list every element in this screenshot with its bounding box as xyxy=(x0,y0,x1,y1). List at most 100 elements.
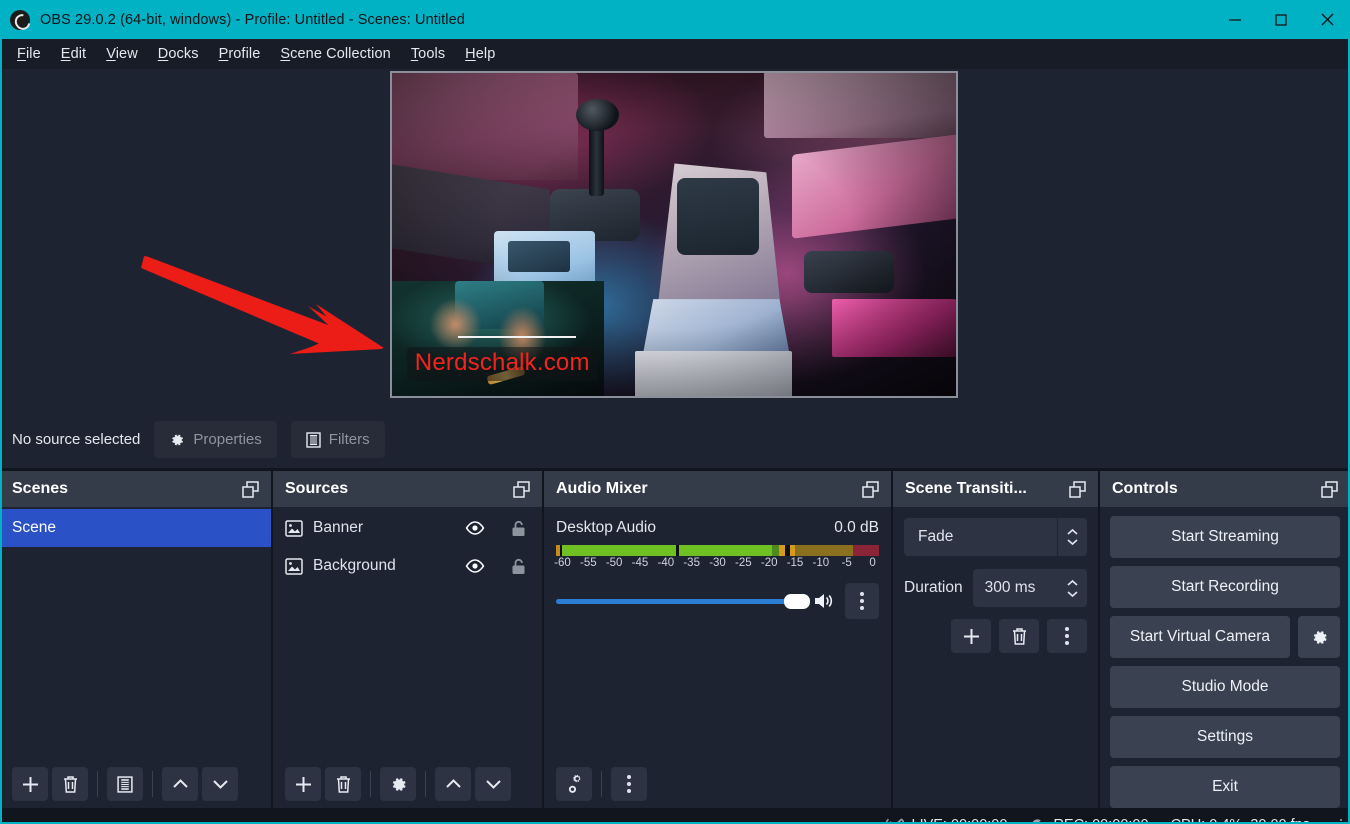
banner-source-overlay[interactable]: Nerdschalk.com xyxy=(392,281,604,396)
start-recording-button[interactable]: Start Recording xyxy=(1110,566,1340,608)
audio-mixer-toolbar xyxy=(544,760,891,808)
image-icon xyxy=(285,519,303,537)
duration-value: 300 ms xyxy=(984,579,1036,596)
scenes-toolbar xyxy=(0,760,271,808)
controls-dock: Controls Start Streaming Start Recording… xyxy=(1100,471,1350,808)
float-dock-icon[interactable] xyxy=(862,480,879,498)
speaker-icon[interactable] xyxy=(813,591,835,611)
chevron-up-icon xyxy=(172,779,188,788)
source-name: Background xyxy=(313,557,396,574)
scene-list-item[interactable]: Scene xyxy=(0,509,271,547)
remove-source-button[interactable] xyxy=(325,767,361,801)
sources-toolbar xyxy=(273,760,542,808)
move-source-down-button[interactable] xyxy=(475,767,511,801)
menu-item-edit[interactable]: Edit xyxy=(52,42,95,66)
add-scene-button[interactable] xyxy=(12,767,48,801)
studio-mode-button[interactable]: Studio Mode xyxy=(1110,666,1340,708)
maximize-icon[interactable] xyxy=(1258,0,1304,39)
start-streaming-button[interactable]: Start Streaming xyxy=(1110,516,1340,558)
scenes-dock: Scenes Scene xyxy=(0,471,271,808)
scale-tick: -45 xyxy=(631,557,649,569)
chevron-down-icon xyxy=(485,780,501,789)
filters-icon xyxy=(306,431,321,448)
add-transition-button[interactable] xyxy=(951,619,991,653)
move-scene-down-button[interactable] xyxy=(202,767,238,801)
menu-item-tools[interactable]: Tools xyxy=(402,42,454,66)
exit-button[interactable]: Exit xyxy=(1110,766,1340,808)
source-properties-button[interactable] xyxy=(380,767,416,801)
audio-channel-menu-button[interactable] xyxy=(845,583,879,619)
menu-item-docks[interactable]: Docks xyxy=(149,42,208,66)
source-list-item[interactable]: Background xyxy=(273,547,542,585)
obs-logo-icon xyxy=(10,9,30,30)
filters-button[interactable]: Filters xyxy=(290,421,385,458)
scene-transitions-dock: Scene Transiti... Fade Duration 300 ms xyxy=(893,471,1098,808)
minimize-icon[interactable] xyxy=(1212,0,1258,39)
scenes-dock-header: Scenes xyxy=(0,471,271,507)
float-dock-icon[interactable] xyxy=(1069,480,1086,498)
audio-mixer-body: Desktop Audio 0.0 dB -60 -55 -50 -45 -40… xyxy=(544,507,891,760)
lock-unlocked-icon[interactable] xyxy=(511,520,526,537)
scale-tick: -25 xyxy=(735,557,752,569)
controls-dock-header: Controls xyxy=(1100,471,1350,507)
scale-tick: -55 xyxy=(579,557,597,569)
volume-slider[interactable] xyxy=(556,591,811,611)
menu-item-view[interactable]: View xyxy=(97,42,147,66)
menu-item-profile[interactable]: Profile xyxy=(210,42,270,66)
mixer-menu-button[interactable] xyxy=(611,767,647,801)
eye-visible-icon[interactable] xyxy=(465,521,485,535)
transition-select[interactable]: Fade xyxy=(904,518,1087,556)
menu-item-scene-collection[interactable]: Scene Collection xyxy=(271,42,399,66)
sources-dock-header: Sources xyxy=(273,471,542,507)
scenes-list[interactable]: Scene xyxy=(0,507,271,760)
scene-filters-button[interactable] xyxy=(107,767,143,801)
scale-tick: -30 xyxy=(709,557,726,569)
properties-button[interactable]: Properties xyxy=(154,421,277,458)
move-source-up-button[interactable] xyxy=(435,767,471,801)
float-dock-icon[interactable] xyxy=(513,480,530,498)
move-scene-up-button[interactable] xyxy=(162,767,198,801)
menu-bar: File Edit View Docks Profile Scene Colle… xyxy=(0,39,1350,69)
plus-icon xyxy=(963,628,979,644)
annotation-arrow-icon xyxy=(141,256,384,354)
audio-level-meter xyxy=(556,545,879,556)
menu-item-help[interactable]: Help xyxy=(456,42,504,66)
start-virtual-camera-button[interactable]: Start Virtual Camera xyxy=(1110,616,1290,658)
chevron-down-icon xyxy=(212,780,228,789)
window-title: OBS 29.0.2 (64-bit, windows) - Profile: … xyxy=(40,11,465,28)
float-dock-icon[interactable] xyxy=(242,480,259,498)
source-list-item[interactable]: Banner xyxy=(273,509,542,547)
close-icon[interactable] xyxy=(1304,0,1350,39)
preview-area[interactable]: Nerdschalk.com xyxy=(0,69,1350,411)
banner-text: Nerdschalk.com xyxy=(406,346,598,381)
menu-item-file[interactable]: File xyxy=(8,42,50,66)
plus-icon xyxy=(295,776,311,792)
source-name: Banner xyxy=(313,519,363,536)
scale-tick: -35 xyxy=(683,557,700,569)
source-toolbar-strip: No source selected Properties Filters xyxy=(0,411,1350,469)
eye-visible-icon[interactable] xyxy=(465,559,485,573)
remove-scene-button[interactable] xyxy=(52,767,88,801)
scenes-dock-title: Scenes xyxy=(12,480,69,497)
virtual-camera-settings-button[interactable] xyxy=(1298,616,1340,658)
chevron-down-icon[interactable] xyxy=(1066,590,1079,598)
obs-studio-window: OBS 29.0.2 (64-bit, windows) - Profile: … xyxy=(0,0,1350,824)
trash-icon xyxy=(336,775,350,793)
scale-tick: -40 xyxy=(657,557,675,569)
advanced-audio-properties-button[interactable] xyxy=(556,767,592,801)
transition-select-arrows[interactable] xyxy=(1057,518,1087,556)
preview-canvas[interactable]: Nerdschalk.com xyxy=(390,71,958,398)
transition-properties-button[interactable] xyxy=(1047,619,1087,653)
window-controls xyxy=(1212,0,1350,39)
sources-list[interactable]: Banner Background xyxy=(273,507,542,760)
settings-button[interactable]: Settings xyxy=(1110,716,1340,758)
volume-slider-handle[interactable] xyxy=(784,594,811,609)
duration-input[interactable]: 300 ms xyxy=(972,569,1087,607)
float-dock-icon[interactable] xyxy=(1321,480,1338,498)
add-source-button[interactable] xyxy=(285,767,321,801)
chevron-up-icon[interactable] xyxy=(1066,579,1079,587)
scale-tick: -15 xyxy=(786,557,804,569)
duration-stepper[interactable] xyxy=(1066,569,1079,607)
remove-transition-button[interactable] xyxy=(999,619,1039,653)
lock-unlocked-icon[interactable] xyxy=(511,558,526,575)
